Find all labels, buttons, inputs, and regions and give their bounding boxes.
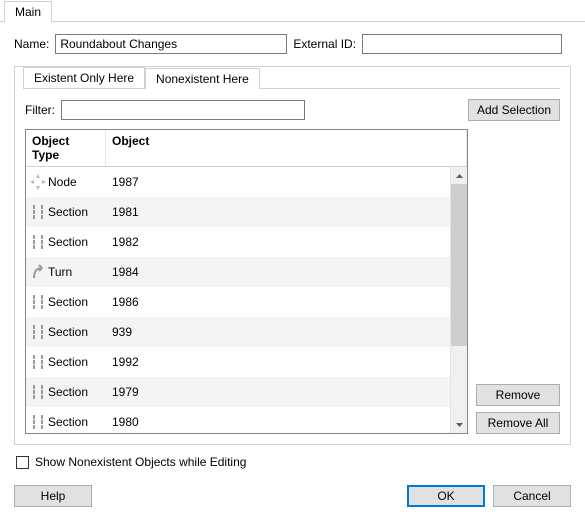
table-row[interactable]: Section1986 [26, 287, 450, 317]
scroll-up-icon[interactable] [451, 167, 467, 184]
ok-button[interactable]: OK [407, 485, 485, 507]
sub-tabbar: Existent Only Here Nonexistent Here [23, 67, 560, 89]
remove-all-button[interactable]: Remove All [476, 412, 560, 434]
tab-nonexistent-here[interactable]: Nonexistent Here [145, 68, 260, 89]
table-row[interactable]: Section939 [26, 317, 450, 347]
section-icon [26, 354, 46, 370]
section-icon [26, 294, 46, 310]
scroll-track[interactable] [451, 184, 467, 416]
table-row[interactable]: Section1979 [26, 377, 450, 407]
externalid-input[interactable] [362, 34, 562, 54]
object-list[interactable]: Object Type Object Node1987Section1981Se… [25, 129, 468, 434]
node-icon [26, 174, 46, 190]
scroll-down-icon[interactable] [451, 416, 467, 433]
tab-main[interactable]: Main [4, 1, 52, 22]
list-body[interactable]: Node1987Section1981Section1982Turn1984Se… [26, 167, 450, 433]
col-object[interactable]: Object [106, 130, 467, 166]
name-row: Name: External ID: [14, 34, 571, 54]
cell-object: 1986 [106, 295, 450, 309]
inner-panel: Existent Only Here Nonexistent Here Filt… [14, 66, 571, 445]
table-row[interactable]: Section1981 [26, 197, 450, 227]
turn-icon [26, 264, 46, 280]
cell-object: 1979 [106, 385, 450, 399]
filter-input[interactable] [61, 100, 305, 120]
cell-object: 1984 [106, 265, 450, 279]
section-icon [26, 204, 46, 220]
section-icon [26, 384, 46, 400]
table-row[interactable]: Turn1984 [26, 257, 450, 287]
cell-object: 1987 [106, 175, 450, 189]
table-row[interactable]: Section1980 [26, 407, 450, 433]
cell-object-type: Turn [46, 265, 106, 279]
section-icon [26, 414, 46, 430]
add-selection-button[interactable]: Add Selection [468, 99, 560, 121]
cancel-button[interactable]: Cancel [493, 485, 571, 507]
name-input[interactable] [55, 34, 287, 54]
tab-existent-only[interactable]: Existent Only Here [23, 67, 145, 88]
footer: Help OK Cancel [0, 485, 585, 507]
col-object-type[interactable]: Object Type [26, 130, 106, 166]
remove-button[interactable]: Remove [476, 384, 560, 406]
cell-object: 1982 [106, 235, 450, 249]
cell-object-type: Section [46, 325, 106, 339]
cell-object-type: Node [46, 175, 106, 189]
cell-object-type: Section [46, 295, 106, 309]
cell-object-type: Section [46, 415, 106, 429]
show-nonexistent-checkbox[interactable] [16, 456, 29, 469]
filter-row: Filter: Add Selection [25, 99, 560, 121]
cell-object-type: Section [46, 235, 106, 249]
cell-object-type: Section [46, 385, 106, 399]
show-nonexistent-label: Show Nonexistent Objects while Editing [35, 455, 246, 469]
top-tabbar: Main [0, 0, 585, 22]
table-row[interactable]: Section1992 [26, 347, 450, 377]
section-icon [26, 234, 46, 250]
name-label: Name: [14, 37, 49, 51]
help-button[interactable]: Help [14, 485, 92, 507]
cell-object-type: Section [46, 205, 106, 219]
section-icon [26, 324, 46, 340]
externalid-label: External ID: [293, 37, 356, 51]
scrollbar[interactable] [450, 167, 467, 433]
list-header: Object Type Object [26, 130, 467, 167]
content-area: Name: External ID: Existent Only Here No… [0, 22, 585, 479]
cell-object: 939 [106, 325, 450, 339]
cell-object-type: Section [46, 355, 106, 369]
checkbox-row: Show Nonexistent Objects while Editing [16, 455, 569, 469]
table-row[interactable]: Section1982 [26, 227, 450, 257]
table-wrap: Object Type Object Node1987Section1981Se… [25, 129, 560, 434]
side-buttons: Remove Remove All [476, 129, 560, 434]
filter-label: Filter: [25, 103, 55, 117]
cell-object: 1980 [106, 415, 450, 429]
cell-object: 1981 [106, 205, 450, 219]
cell-object: 1992 [106, 355, 450, 369]
scroll-thumb[interactable] [451, 184, 467, 346]
table-row[interactable]: Node1987 [26, 167, 450, 197]
